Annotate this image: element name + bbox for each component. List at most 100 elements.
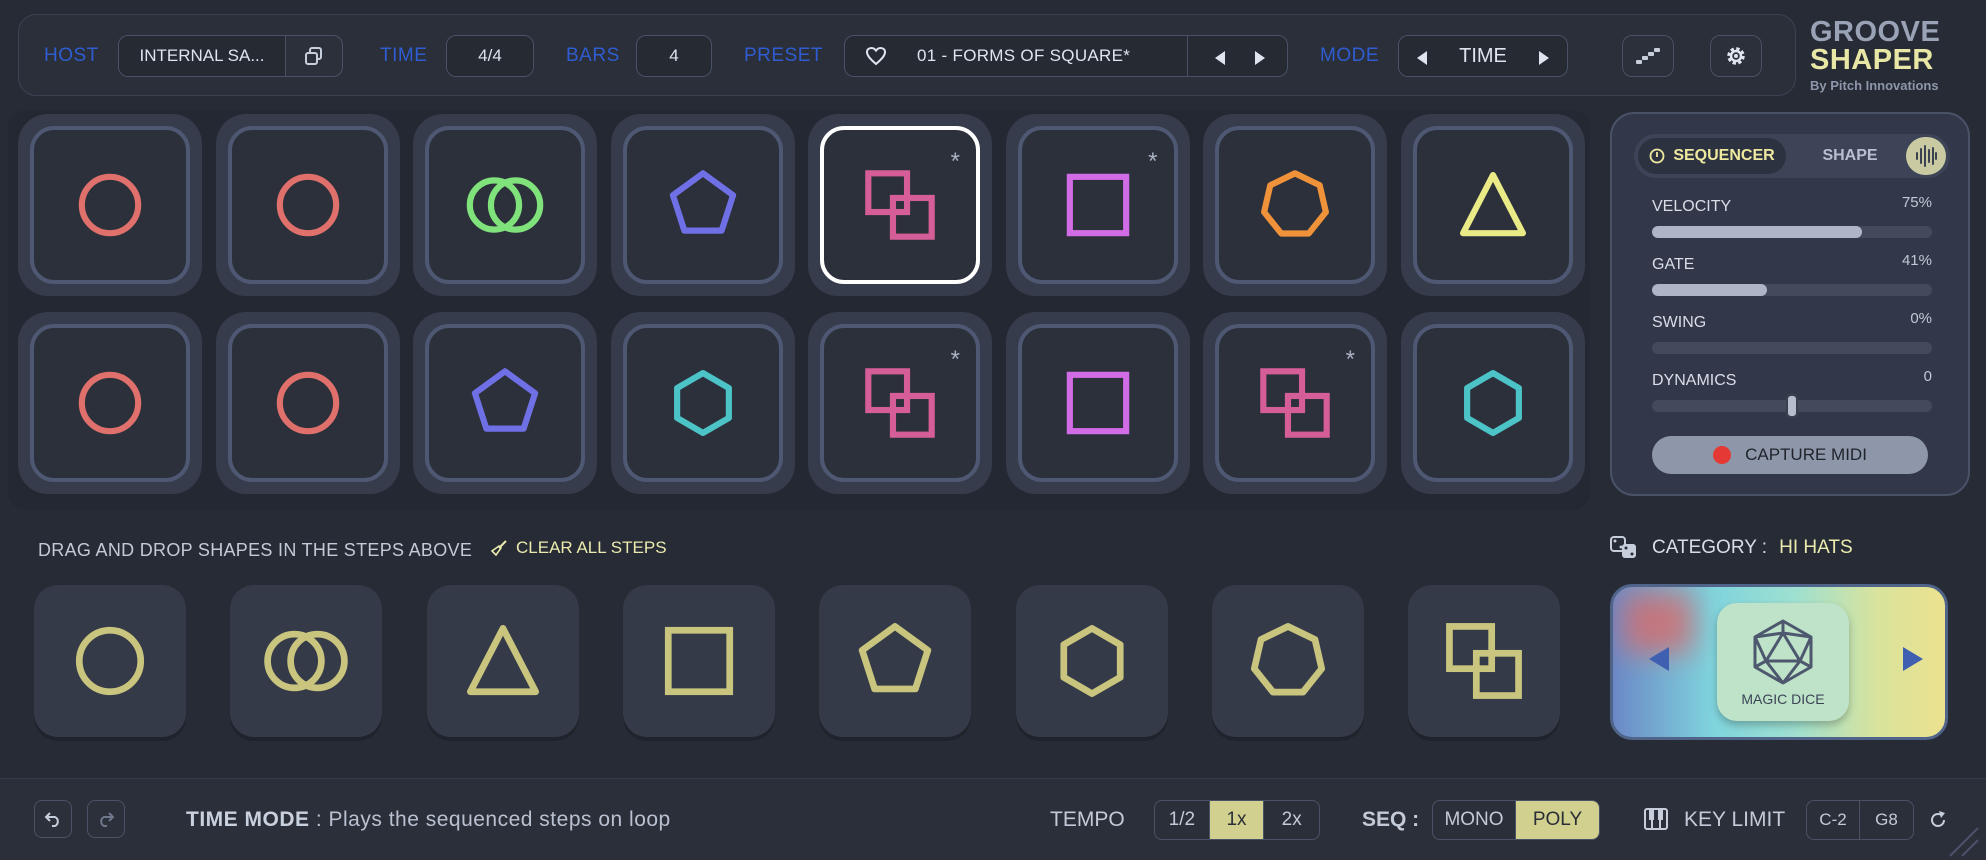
step-cell[interactable]	[227, 126, 388, 284]
magic-dice-panel: MAGIC DICE	[1610, 584, 1948, 740]
slider-handle[interactable]	[1786, 394, 1798, 418]
humanize-button[interactable]	[1622, 35, 1674, 77]
palette-pentagon[interactable]	[819, 585, 972, 737]
step-cell[interactable]	[1412, 126, 1573, 284]
triangle-shape-icon	[455, 613, 551, 709]
step-slot[interactable]	[1400, 312, 1585, 494]
seq-option[interactable]: MONO	[1433, 801, 1516, 839]
piano-keys-icon	[1644, 808, 1668, 835]
heart-icon[interactable]	[865, 46, 887, 66]
param-slider[interactable]	[1652, 284, 1932, 296]
tempo-option[interactable]: 2x	[1264, 801, 1319, 839]
clear-all-steps-button[interactable]: CLEAR ALL STEPS	[490, 538, 667, 558]
step-slot[interactable]	[215, 312, 400, 494]
step-slot[interactable]	[610, 312, 795, 494]
key-low-field[interactable]: C-2	[1807, 801, 1861, 839]
step-cell[interactable]	[30, 324, 190, 482]
step-slot[interactable]	[18, 312, 202, 494]
key-limit-range: C-2 G8	[1806, 800, 1914, 840]
step-slot[interactable]	[18, 114, 202, 296]
pentagon-shape-icon	[659, 161, 747, 249]
bars-field[interactable]: 4	[636, 35, 712, 77]
step-slot[interactable]	[413, 312, 597, 494]
waveform-button[interactable]	[1906, 137, 1946, 175]
category-display: CATEGORY : HI HATS	[1610, 536, 1853, 560]
capture-midi-button[interactable]: CAPTURE MIDI	[1652, 436, 1928, 474]
triangle-shape-icon	[1449, 161, 1537, 249]
host-select[interactable]: INTERNAL SA...	[118, 35, 286, 77]
double-square-shape-icon	[856, 359, 944, 447]
param-label: SWING	[1652, 314, 1707, 331]
param-slider[interactable]	[1652, 394, 1932, 418]
step-slot[interactable]	[413, 114, 597, 296]
copy-button[interactable]	[285, 35, 343, 77]
category-prev-icon[interactable]	[1649, 647, 1669, 671]
palette-hexagon[interactable]	[1015, 585, 1168, 737]
step-slot[interactable]: *	[808, 312, 992, 494]
palette-heptagon[interactable]	[1211, 585, 1364, 737]
double-circle-shape-icon	[461, 161, 549, 249]
mode-next-icon[interactable]	[1537, 50, 1551, 70]
step-cell[interactable]	[425, 126, 585, 284]
step-slot[interactable]	[610, 114, 795, 296]
slider-fill	[1652, 284, 1767, 296]
step-cell[interactable]: *	[1215, 324, 1375, 482]
param-slider[interactable]	[1652, 342, 1932, 354]
hexagon-shape-icon	[659, 359, 747, 447]
undo-icon	[44, 812, 59, 827]
mode-selector[interactable]: TIME	[1398, 35, 1568, 77]
tab-shape[interactable]: SHAPE	[1810, 138, 1890, 174]
undo-button[interactable]	[34, 800, 72, 838]
step-cell[interactable]	[1412, 324, 1573, 482]
slider-fill	[1652, 226, 1862, 238]
palette-circle[interactable]	[34, 585, 186, 737]
redo-icon	[100, 812, 115, 827]
settings-button[interactable]	[1710, 35, 1762, 77]
step-cell[interactable]: *	[820, 324, 980, 482]
category-next-icon[interactable]	[1903, 647, 1923, 671]
host-label: HOST	[44, 45, 99, 66]
param-slider[interactable]	[1652, 226, 1932, 238]
circle-shape-icon	[66, 359, 154, 447]
preset-selector[interactable]: 01 - FORMS OF SQUARE*	[844, 35, 1288, 77]
step-slot[interactable]: *	[1203, 312, 1387, 494]
palette-double-square[interactable]	[1408, 585, 1561, 737]
step-cell[interactable]: *	[820, 126, 980, 284]
key-limit-label: KEY LIMIT	[1684, 808, 1786, 831]
step-cell[interactable]	[622, 324, 783, 482]
palette-square[interactable]	[622, 585, 775, 737]
step-cell[interactable]: *	[1017, 126, 1178, 284]
step-slot[interactable]: *	[1005, 114, 1190, 296]
step-cell[interactable]	[227, 324, 388, 482]
step-slot[interactable]	[215, 114, 400, 296]
tempo-option[interactable]: 1x	[1209, 801, 1265, 839]
hexagon-shape-icon	[1044, 613, 1140, 709]
palette-double-circle[interactable]	[230, 585, 383, 737]
circle-shape-icon	[62, 613, 158, 709]
param-gate: GATE 41%	[1652, 252, 1932, 296]
redo-button[interactable]	[87, 800, 125, 838]
step-slot[interactable]	[1400, 114, 1585, 296]
mode-prev-icon[interactable]	[1415, 50, 1429, 70]
step-slot[interactable]	[1203, 114, 1387, 296]
step-cell[interactable]	[425, 324, 585, 482]
resize-grip-icon[interactable]	[1944, 822, 1980, 860]
step-cell[interactable]	[30, 126, 190, 284]
key-high-field[interactable]: G8	[1860, 801, 1913, 839]
double-square-shape-icon	[1251, 359, 1339, 447]
tempo-option[interactable]: 1/2	[1155, 801, 1210, 839]
gear-icon	[1727, 47, 1745, 65]
seq-option[interactable]: POLY	[1516, 801, 1599, 839]
step-slot[interactable]: *	[808, 114, 992, 296]
step-cell[interactable]	[1215, 126, 1375, 284]
magic-dice-button[interactable]: MAGIC DICE	[1717, 603, 1849, 721]
time-signature-field[interactable]: 4/4	[446, 35, 534, 77]
step-cell[interactable]	[622, 126, 783, 284]
tab-sequencer[interactable]: SEQUENCER	[1638, 138, 1786, 174]
bars-label: BARS	[566, 45, 620, 66]
palette-triangle[interactable]	[426, 585, 579, 737]
step-slot[interactable]	[1005, 312, 1190, 494]
preset-prev-icon[interactable]	[1213, 50, 1227, 70]
step-cell[interactable]	[1017, 324, 1178, 482]
preset-next-icon[interactable]	[1253, 50, 1267, 70]
